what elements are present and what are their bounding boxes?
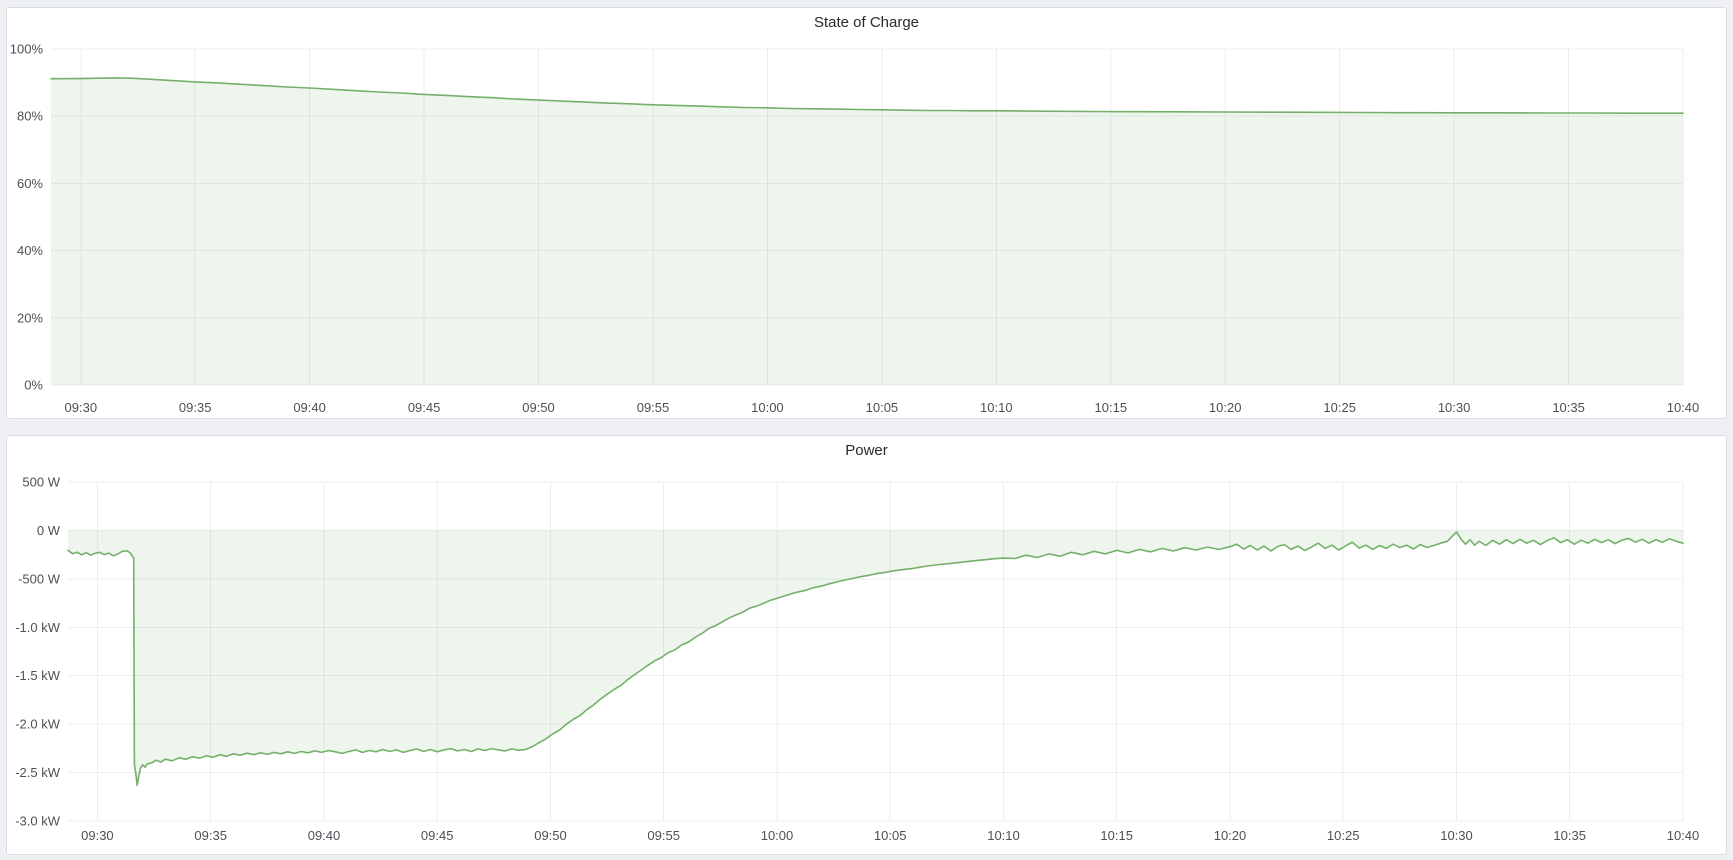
svg-text:09:55: 09:55 [647, 828, 680, 843]
svg-text:09:35: 09:35 [179, 400, 212, 415]
svg-text:10:20: 10:20 [1209, 400, 1242, 415]
svg-text:10:20: 10:20 [1214, 828, 1247, 843]
svg-text:09:35: 09:35 [194, 828, 227, 843]
svg-text:10:35: 10:35 [1552, 400, 1585, 415]
svg-text:09:40: 09:40 [308, 828, 341, 843]
svg-text:09:55: 09:55 [637, 400, 670, 415]
svg-text:10:25: 10:25 [1327, 828, 1360, 843]
panel-state-of-charge: State of Charge 100% 80% 60% 40% 20% 0% 09:30 0… [6, 7, 1727, 419]
svg-text:10:05: 10:05 [874, 828, 907, 843]
svg-text:10:10: 10:10 [987, 828, 1020, 843]
svg-text:-1.0 kW: -1.0 kW [15, 620, 61, 635]
svg-text:500 W: 500 W [22, 475, 60, 490]
svg-text:10:15: 10:15 [1095, 400, 1128, 415]
svg-text:09:45: 09:45 [421, 828, 454, 843]
svg-text:10:00: 10:00 [761, 828, 794, 843]
svg-text:0 W: 0 W [37, 523, 61, 538]
svg-text:09:40: 09:40 [293, 400, 326, 415]
panel-title-power[interactable]: Power [7, 436, 1726, 464]
panel-power: Power 500 W 0 W -500 W -1.0 kW -1.5 kW -2.0 k… [6, 435, 1727, 855]
svg-text:60%: 60% [17, 176, 43, 191]
svg-text:10:15: 10:15 [1100, 828, 1133, 843]
svg-text:09:45: 09:45 [408, 400, 441, 415]
svg-text:10:30: 10:30 [1440, 828, 1473, 843]
svg-text:09:50: 09:50 [534, 828, 567, 843]
svg-text:10:05: 10:05 [866, 400, 899, 415]
svg-text:10:10: 10:10 [980, 400, 1013, 415]
svg-text:-2.5 kW: -2.5 kW [15, 765, 61, 780]
svg-text:100%: 100% [10, 42, 44, 57]
svg-text:09:50: 09:50 [522, 400, 555, 415]
svg-text:10:40: 10:40 [1667, 828, 1700, 843]
svg-text:09:30: 09:30 [81, 828, 114, 843]
svg-text:10:40: 10:40 [1667, 400, 1700, 415]
svg-text:10:00: 10:00 [751, 400, 784, 415]
svg-text:20%: 20% [17, 310, 43, 325]
svg-text:40%: 40% [17, 243, 43, 258]
soc-chart[interactable]: 100% 80% 60% 40% 20% 0% 09:30 09:35 09:40 09:45 09… [7, 36, 1724, 418]
svg-text:80%: 80% [17, 109, 43, 124]
panel-title-state-of-charge[interactable]: State of Charge [7, 8, 1726, 36]
power-chart[interactable]: 500 W 0 W -500 W -1.0 kW -1.5 kW -2.0 kW -2.5 … [7, 464, 1724, 854]
svg-text:-3.0 kW: -3.0 kW [15, 814, 61, 829]
dashboard: State of Charge 100% 80% 60% 40% 20% 0% 09:30 0… [0, 0, 1733, 855]
svg-text:-500 W: -500 W [18, 571, 61, 586]
svg-text:10:35: 10:35 [1553, 828, 1586, 843]
svg-text:-1.5 kW: -1.5 kW [15, 668, 61, 683]
svg-text:10:25: 10:25 [1323, 400, 1356, 415]
svg-text:-2.0 kW: -2.0 kW [15, 717, 61, 732]
svg-text:09:30: 09:30 [65, 400, 98, 415]
svg-text:0%: 0% [24, 378, 43, 393]
svg-text:10:30: 10:30 [1438, 400, 1471, 415]
